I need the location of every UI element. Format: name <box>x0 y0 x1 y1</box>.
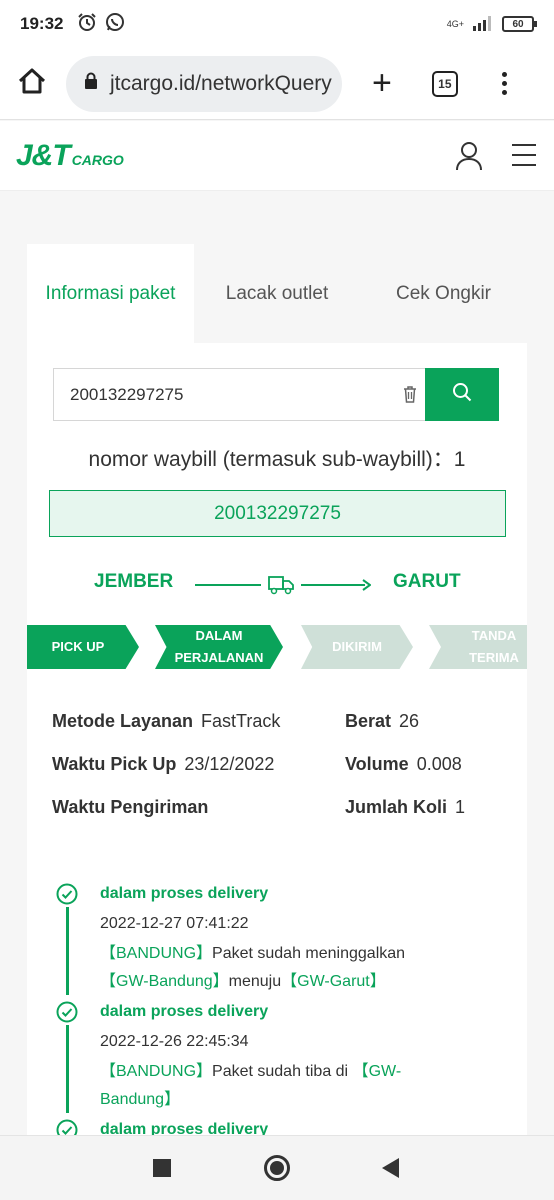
check-circle-icon <box>56 883 78 910</box>
jt-cargo-logo[interactable]: J&T CARGO <box>16 139 124 173</box>
whatsapp-icon <box>105 12 125 37</box>
signal-icon <box>472 15 494 33</box>
step-label: TANDA TERIMA <box>469 628 519 665</box>
step-label: DALAM PERJALANAN <box>174 628 264 665</box>
search-input-value: 200132297275 <box>70 384 184 404</box>
trash-icon[interactable] <box>403 386 417 408</box>
tab-informasi-paket[interactable]: Informasi paket <box>27 244 194 344</box>
battery-icon: 60 <box>502 16 537 32</box>
info-pickup-time: Waktu Pick Up 23/12/2022 <box>52 754 274 775</box>
info-label: Jumlah Koli <box>345 797 448 817</box>
hamburger-menu-icon[interactable] <box>510 143 538 172</box>
info-method: Metode Layanan FastTrack <box>52 711 280 732</box>
step-dalam-perjalanan: DALAM PERJALANAN <box>155 625 283 669</box>
info-label: Metode Layanan <box>52 711 194 731</box>
lock-icon <box>84 72 98 95</box>
logo-main: J&T <box>16 138 71 172</box>
status-time: 19:32 <box>20 14 64 33</box>
tab-row: Informasi paket Lacak outlet Cek Ongkir <box>27 244 527 344</box>
step-dikirim: DIKIRIM <box>301 625 413 669</box>
back-button[interactable] <box>382 1158 399 1178</box>
browser-toolbar: jtcargo.id/networkQuery + 15 <box>0 48 554 120</box>
info-volume: Volume 0.008 <box>345 754 462 775</box>
system-navigation-bar <box>0 1135 554 1200</box>
step-label: PICK UP <box>51 639 105 654</box>
alarm-icon <box>77 12 97 37</box>
truck-arrow-icon <box>195 576 371 595</box>
recents-button[interactable] <box>153 1159 171 1177</box>
origin-city: JEMBER <box>94 571 174 592</box>
timeline-text: menuju <box>228 973 282 990</box>
search-icon <box>452 382 472 407</box>
progress-steps: PICK UP DALAM PERJALANAN DIKIRIM TANDA T… <box>27 625 527 669</box>
destination-city: GARUT <box>393 571 461 592</box>
info-value: FastTrack <box>201 711 281 731</box>
timeline-description: 【BANDUNG】Paket sudah meninggalkan 【GW-Ba… <box>100 940 430 996</box>
info-value: 1 <box>455 797 466 817</box>
info-label: Waktu Pick Up <box>52 754 177 774</box>
timeline-status: dalam proses delivery <box>100 1003 269 1020</box>
home-button[interactable] <box>264 1155 290 1181</box>
info-value: 0.008 <box>416 754 462 774</box>
step-tanda-terima: TANDA TERIMA <box>429 625 527 669</box>
timeline-description: 【BANDUNG】Paket sudah tiba di 【GW-Bandung… <box>100 1058 430 1114</box>
step-label: DIKIRIM <box>332 639 382 654</box>
timeline-connector <box>66 907 69 995</box>
info-value: 26 <box>399 711 420 731</box>
tracking-card: 200132297275 nomor waybill (termasuk sub… <box>27 343 527 1153</box>
info-value: 23/12/2022 <box>184 754 275 774</box>
check-circle-icon <box>56 1001 78 1028</box>
site-header: J&T CARGO <box>0 121 554 191</box>
info-label: Waktu Pengiriman <box>52 797 209 817</box>
timeline-status: dalam proses delivery <box>100 885 269 902</box>
tab-lacak-outlet[interactable]: Lacak outlet <box>194 244 360 344</box>
url-text: jtcargo.id/networkQuery <box>110 71 332 95</box>
timeline-city: 【BANDUNG】 <box>100 1063 213 1080</box>
timeline-text: Paket sudah tiba di <box>212 1063 349 1080</box>
network-type: 4G+ <box>446 19 464 29</box>
new-tab-button[interactable]: + <box>372 64 392 103</box>
info-label: Berat <box>345 711 392 731</box>
logo-sub: CARGO <box>71 151 124 168</box>
address-bar[interactable]: jtcargo.id/networkQuery <box>66 55 342 112</box>
browser-menu-button[interactable] <box>501 72 507 95</box>
timeline-place: 【GW-Garut】 <box>281 973 386 990</box>
status-bar: 19:32 4G+ 60 <box>0 0 554 48</box>
tab-switcher-button[interactable]: 15 <box>431 70 458 97</box>
info-koli: Jumlah Koli 1 <box>345 797 465 818</box>
timeline-time: 2022-12-26 22:45:34 <box>100 1033 249 1050</box>
timeline-text: Paket sudah meninggalkan <box>212 945 406 962</box>
user-icon[interactable] <box>455 141 483 176</box>
timeline-time: 2022-12-27 07:41:22 <box>100 915 249 932</box>
search-button[interactable] <box>425 368 499 421</box>
timeline-place: 【GW-Bandung】 <box>100 973 229 990</box>
tab-cek-ongkir[interactable]: Cek Ongkir <box>360 244 527 344</box>
step-pick-up: PICK UP <box>27 625 139 669</box>
search-bar: 200132297275 <box>53 368 499 421</box>
waybill-number-chip[interactable]: 200132297275 <box>49 490 506 537</box>
route-summary: JEMBER GARUT <box>27 569 527 599</box>
timeline-city: 【BANDUNG】 <box>100 945 213 962</box>
waybill-search-input[interactable]: 200132297275 <box>53 368 425 421</box>
timeline-connector <box>66 1025 69 1113</box>
waybill-count-label: nomor waybill (termasuk sub-waybill)：1 <box>88 448 466 471</box>
info-weight: Berat 26 <box>345 711 419 732</box>
info-label: Volume <box>345 754 409 774</box>
home-icon[interactable] <box>16 66 48 101</box>
tracking-timeline: dalam proses delivery 2022-12-27 07:41:2… <box>27 883 527 1153</box>
info-delivery-time: Waktu Pengiriman <box>52 797 216 818</box>
